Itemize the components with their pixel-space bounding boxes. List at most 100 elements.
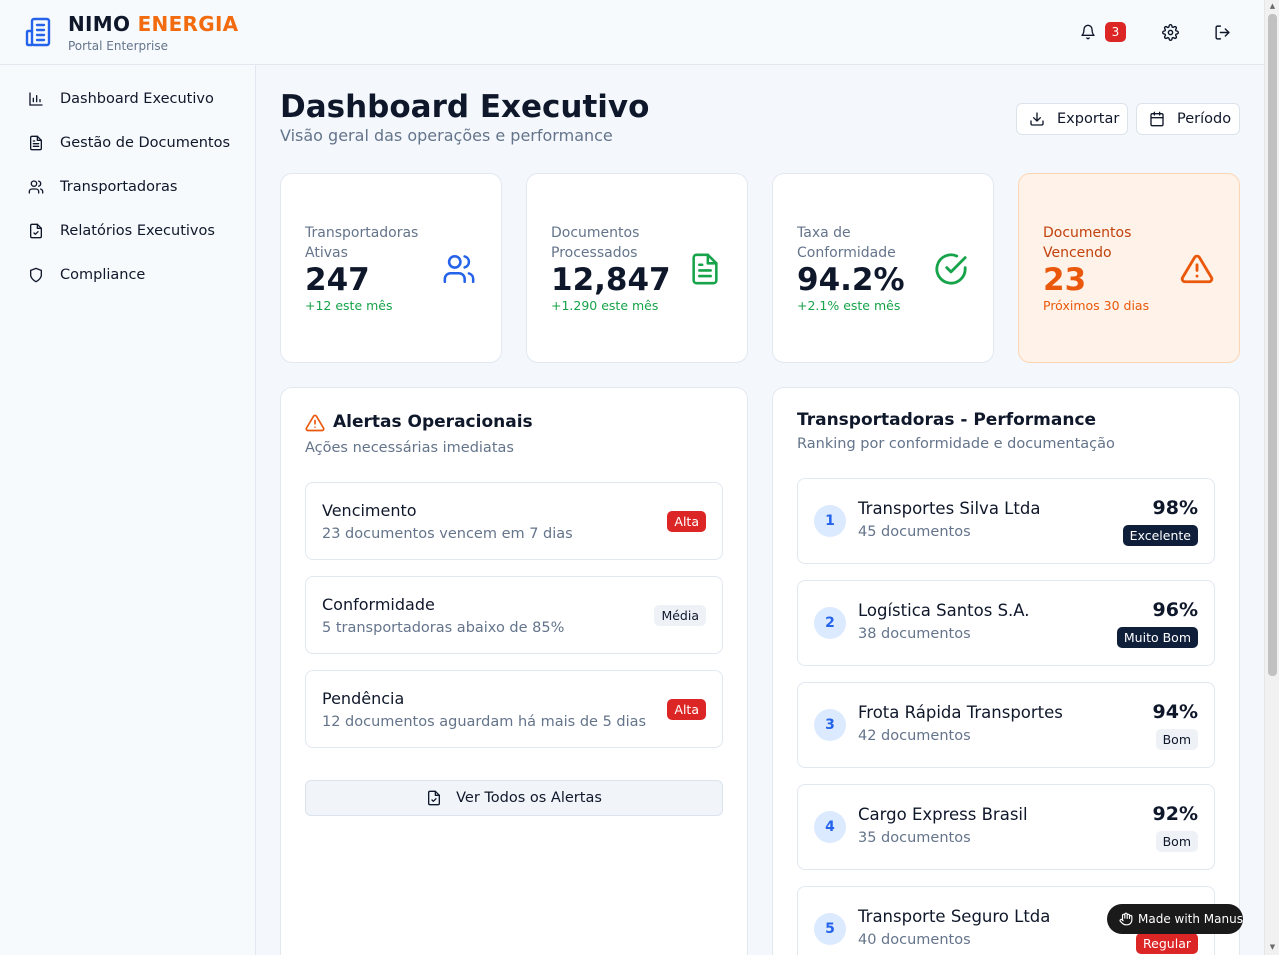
sidebar-item-label: Relatórios Executivos xyxy=(60,223,215,239)
scroll-up-arrow[interactable]: ▲ xyxy=(1268,2,1277,11)
bar-chart-icon xyxy=(28,91,44,107)
carrier-doc-count: 45 documentos xyxy=(858,524,971,540)
rank-badge: 5 xyxy=(814,913,846,945)
carrier-row[interactable]: 1 Transportes Silva Ltda 45 documentos 9… xyxy=(797,478,1215,564)
warning-icon xyxy=(305,414,325,432)
page-scrollbar[interactable]: ▲ ▼ xyxy=(1264,0,1279,955)
users-icon xyxy=(28,179,44,195)
sidebar-item-documents[interactable]: Gestão de Documentos xyxy=(16,125,240,161)
stat-label: Taxa de Conformidade xyxy=(797,225,896,261)
carrier-row[interactable]: 3 Frota Rápida Transportes 42 documentos… xyxy=(797,682,1215,768)
check-circle-icon xyxy=(935,253,967,285)
bell-icon xyxy=(1081,24,1095,40)
carrier-score: 96% xyxy=(1152,599,1198,621)
alert-item-expiration[interactable]: Vencimento 23 documentos vencem em 7 dia… xyxy=(305,482,723,560)
priority-badge: Alta xyxy=(667,699,706,720)
notifications-button[interactable] xyxy=(1076,20,1100,44)
carrier-row[interactable]: 4 Cargo Express Brasil 35 documentos 92%… xyxy=(797,784,1215,870)
carrier-doc-count: 40 documentos xyxy=(858,932,971,948)
alert-description: 5 transportadoras abaixo de 85% xyxy=(322,620,565,636)
stat-change: +2.1% este mês xyxy=(797,298,901,313)
settings-button[interactable] xyxy=(1158,20,1182,44)
alert-description: 23 documentos vencem em 7 dias xyxy=(322,526,573,542)
brand-name: NIMO ENERGIA xyxy=(68,12,239,36)
carrier-score: 94% xyxy=(1152,701,1198,723)
logout-icon xyxy=(1214,24,1230,40)
stat-label: Documentos Vencendo xyxy=(1043,225,1132,261)
alert-item-pending[interactable]: Pendência 12 documentos aguardam há mais… xyxy=(305,670,723,748)
page-subtitle: Visão geral das operações e performance xyxy=(280,126,613,145)
logout-button[interactable] xyxy=(1210,20,1234,44)
alert-item-compliance[interactable]: Conformidade 5 transportadoras abaixo de… xyxy=(305,576,723,654)
page-title: Dashboard Executivo xyxy=(280,89,650,125)
stat-card-processed-documents: Documentos Processados 12,847 +1.290 est… xyxy=(526,173,748,363)
export-button[interactable]: Exportar xyxy=(1016,103,1128,135)
stat-change: +12 este mês xyxy=(305,298,393,313)
view-all-alerts-button[interactable]: Ver Todos os Alertas xyxy=(305,780,723,816)
stat-value: 94.2% xyxy=(797,262,905,298)
stat-value: 247 xyxy=(305,262,370,298)
rating-badge: Bom xyxy=(1155,831,1198,852)
period-button[interactable]: Período xyxy=(1136,103,1240,135)
alert-title: Conformidade xyxy=(322,595,435,614)
building-icon xyxy=(25,17,51,47)
sidebar-item-compliance[interactable]: Compliance xyxy=(16,257,240,293)
rank-badge: 4 xyxy=(814,811,846,843)
performance-subtitle: Ranking por conformidade e documentação xyxy=(797,436,1115,452)
stat-value: 12,847 xyxy=(551,262,671,298)
rating-badge: Bom xyxy=(1155,729,1198,750)
sidebar-item-carriers[interactable]: Transportadoras xyxy=(16,169,240,205)
rank-badge: 3 xyxy=(814,709,846,741)
export-label: Exportar xyxy=(1057,111,1120,127)
carrier-doc-count: 38 documentos xyxy=(858,626,971,642)
scroll-thumb[interactable] xyxy=(1268,14,1277,676)
hand-icon xyxy=(1119,912,1133,926)
top-bar: NIMO ENERGIA Portal Enterprise 3 xyxy=(0,0,1264,65)
sidebar-item-dashboard[interactable]: Dashboard Executivo xyxy=(16,81,240,117)
view-all-label: Ver Todos os Alertas xyxy=(456,790,602,806)
performance-panel: Transportadoras - Performance Ranking po… xyxy=(772,387,1240,955)
carrier-name: Frota Rápida Transportes xyxy=(858,703,1063,722)
users-icon xyxy=(443,254,475,284)
sidebar-item-label: Transportadoras xyxy=(60,179,178,195)
carrier-name: Transportes Silva Ltda xyxy=(858,499,1041,518)
carrier-name: Logística Santos S.A. xyxy=(858,601,1030,620)
stat-change: Próximos 30 dias xyxy=(1043,298,1150,313)
brand-accent: ENERGIA xyxy=(137,12,239,36)
rank-badge: 1 xyxy=(814,505,846,537)
notification-count-badge: 3 xyxy=(1105,22,1126,42)
alerts-title: Alertas Operacionais xyxy=(333,412,533,432)
priority-badge: Alta xyxy=(667,511,706,532)
alert-title: Vencimento xyxy=(322,501,417,520)
stat-card-expiring-documents: Documentos Vencendo 23 Próximos 30 dias xyxy=(1018,173,1240,363)
period-label: Período xyxy=(1177,111,1232,127)
carrier-row[interactable]: 2 Logística Santos S.A. 38 documentos 96… xyxy=(797,580,1215,666)
carrier-score: 92% xyxy=(1152,803,1198,825)
carrier-name: Transporte Seguro Ltda xyxy=(858,907,1051,926)
scroll-down-arrow[interactable]: ▼ xyxy=(1268,943,1277,952)
stat-card-active-carriers: Transportadoras Ativas 247 +12 este mês xyxy=(280,173,502,363)
alert-description: 12 documentos aguardam há mais de 5 dias xyxy=(322,714,647,730)
performance-title: Transportadoras - Performance xyxy=(797,410,1097,430)
priority-badge: Média xyxy=(654,605,706,626)
carrier-doc-count: 42 documentos xyxy=(858,728,971,744)
carrier-doc-count: 35 documentos xyxy=(858,830,971,846)
stat-card-compliance-rate: Taxa de Conformidade 94.2% +2.1% este mê… xyxy=(772,173,994,363)
stat-change: +1.290 este mês xyxy=(551,298,659,313)
calendar-icon xyxy=(1149,111,1165,127)
made-with-label: Made with Manus xyxy=(1138,912,1243,926)
rating-badge: Regular xyxy=(1136,933,1198,954)
stat-value: 23 xyxy=(1043,262,1087,298)
gear-icon xyxy=(1161,23,1179,41)
rating-badge: Excelente xyxy=(1122,525,1198,546)
made-with-manus-badge[interactable]: Made with Manus xyxy=(1107,904,1243,934)
stat-label: Transportadoras Ativas xyxy=(305,225,419,261)
carrier-score: 98% xyxy=(1152,497,1198,519)
alerts-panel: Alertas Operacionais Ações necessárias i… xyxy=(280,387,748,955)
carrier-name: Cargo Express Brasil xyxy=(858,805,1028,824)
sidebar-item-label: Compliance xyxy=(60,267,146,283)
rank-badge: 2 xyxy=(814,607,846,639)
download-icon xyxy=(1029,111,1045,127)
sidebar-item-reports[interactable]: Relatórios Executivos xyxy=(16,213,240,249)
rating-badge: Muito Bom xyxy=(1116,627,1198,648)
